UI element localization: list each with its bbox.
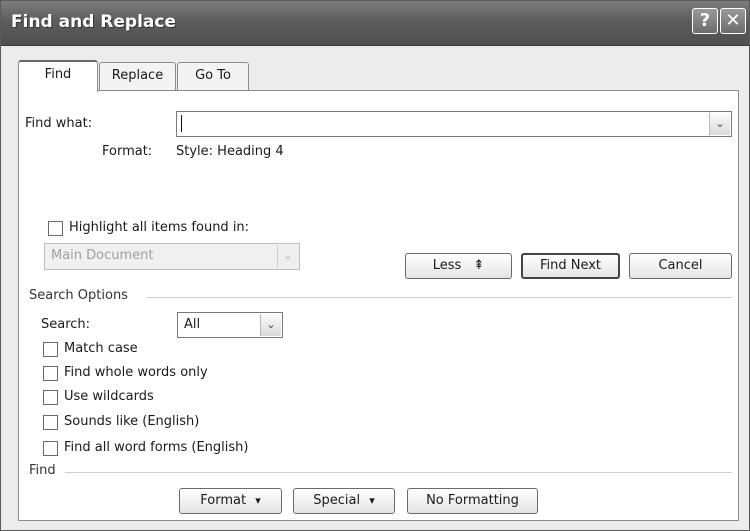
match-case-checkbox[interactable] xyxy=(43,342,58,357)
find-group-divider xyxy=(65,472,732,473)
find-replace-dialog: Find and Replace ? ✕ Find Replace Go To … xyxy=(0,0,750,531)
less-button[interactable]: Less ⇞ xyxy=(405,253,512,279)
format-label: Format: xyxy=(102,144,153,159)
find-tab-panel: Find what: ⌄ Format: Style: Heading 4 Hi… xyxy=(18,90,739,521)
less-button-label: Less xyxy=(432,258,462,273)
search-direction-dropdown[interactable]: All ⌄ xyxy=(177,312,283,338)
help-icon: ? xyxy=(699,10,711,31)
close-button[interactable]: ✕ xyxy=(720,8,746,34)
chevron-down-icon[interactable]: ⌄ xyxy=(709,113,730,135)
whole-words-label: Find whole words only xyxy=(64,365,208,380)
wildcards-checkbox[interactable] xyxy=(43,390,58,405)
match-case-label: Match case xyxy=(64,341,138,356)
chevron-down-icon: ⌄ xyxy=(277,245,298,268)
highlight-all-checkbox[interactable] xyxy=(48,221,63,236)
chevron-down-icon: ▾ xyxy=(255,494,261,507)
find-group-heading: Find xyxy=(29,463,56,478)
format-button-label: Format xyxy=(200,493,247,508)
wildcards-label: Use wildcards xyxy=(64,389,154,404)
tab-replace[interactable]: Replace xyxy=(99,62,176,90)
word-forms-checkbox[interactable] xyxy=(43,441,58,456)
sounds-like-label: Sounds like (English) xyxy=(64,414,200,429)
search-options-heading: Search Options xyxy=(29,288,128,303)
help-button[interactable]: ? xyxy=(692,8,718,34)
tab-find[interactable]: Find xyxy=(18,60,98,92)
search-direction-label: Search: xyxy=(41,317,91,332)
text-caret xyxy=(181,115,182,132)
find-what-label: Find what: xyxy=(25,116,93,131)
format-menu-button[interactable]: Format ▾ xyxy=(179,488,282,514)
no-formatting-button[interactable]: No Formatting xyxy=(407,488,538,514)
chevron-down-icon: ▾ xyxy=(369,494,375,507)
search-options-divider xyxy=(147,297,732,298)
chevron-down-icon[interactable]: ⌄ xyxy=(260,314,281,336)
format-value: Style: Heading 4 xyxy=(176,144,284,159)
title-bar[interactable]: Find and Replace ? ✕ xyxy=(1,1,749,46)
word-forms-label: Find all word forms (English) xyxy=(64,440,249,455)
whole-words-checkbox[interactable] xyxy=(43,366,58,381)
highlight-scope-value: Main Document xyxy=(51,248,154,263)
special-button-label: Special xyxy=(313,493,361,508)
close-icon: ✕ xyxy=(725,10,741,31)
double-chevron-up-icon: ⇞ xyxy=(473,258,485,273)
dialog-title: Find and Replace xyxy=(11,12,176,32)
tab-go-to[interactable]: Go To xyxy=(177,62,249,90)
sounds-like-checkbox[interactable] xyxy=(43,415,58,430)
highlight-all-label: Highlight all items found in: xyxy=(69,220,250,235)
special-menu-button[interactable]: Special ▾ xyxy=(293,488,395,514)
find-next-button[interactable]: Find Next xyxy=(521,253,620,279)
cancel-button[interactable]: Cancel xyxy=(629,253,732,279)
search-direction-value: All xyxy=(184,317,201,332)
highlight-scope-dropdown: Main Document ⌄ xyxy=(44,243,300,270)
find-what-input[interactable]: ⌄ xyxy=(176,111,732,137)
